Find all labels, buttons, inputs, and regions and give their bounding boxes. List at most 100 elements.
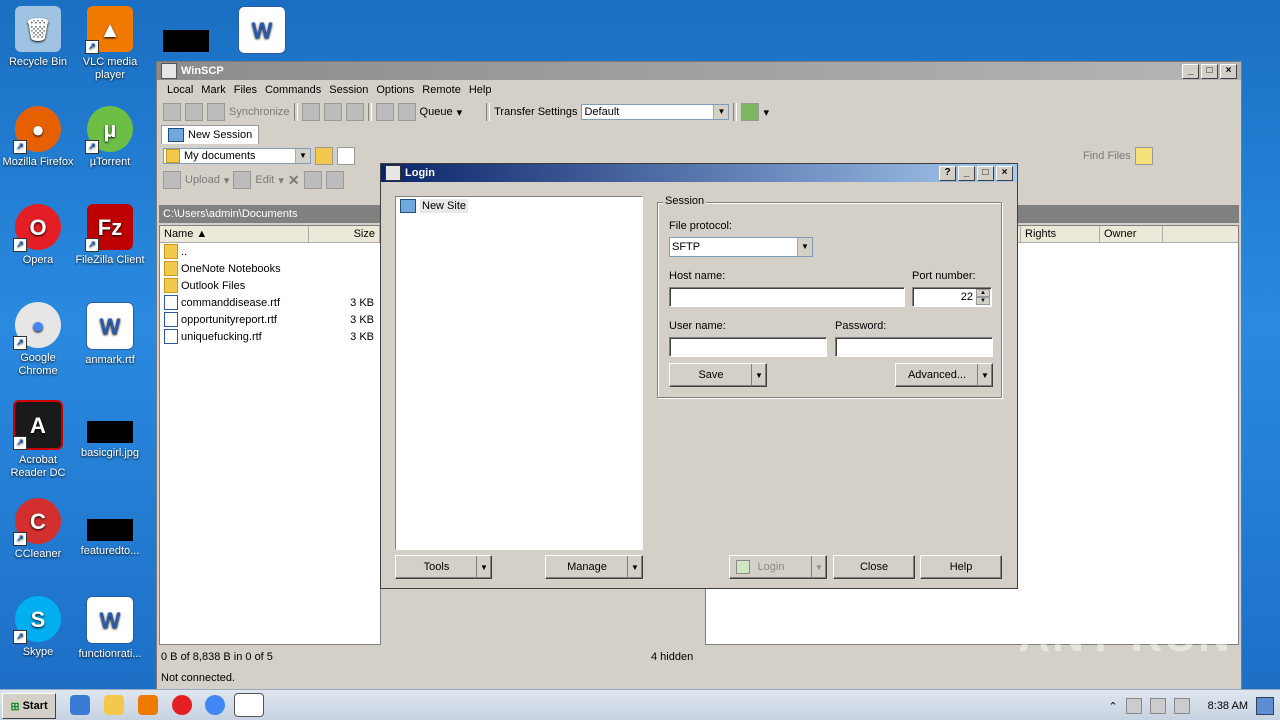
maximize-button[interactable]: □ bbox=[977, 166, 994, 181]
gear-icon[interactable] bbox=[375, 103, 394, 121]
close-button[interactable]: × bbox=[1220, 64, 1237, 79]
chevron-down-icon[interactable]: ▾ bbox=[763, 106, 769, 119]
location-select[interactable]: My documents ▼ bbox=[163, 148, 311, 164]
tree-icon[interactable] bbox=[1134, 147, 1153, 165]
flag-icon[interactable] bbox=[1125, 698, 1142, 714]
desktop-icon-recycle-bin[interactable]: 🗑 Recycle Bin bbox=[0, 6, 76, 69]
column-size[interactable]: Size bbox=[309, 226, 380, 242]
properties-icon[interactable] bbox=[325, 171, 344, 189]
chevron-down-icon[interactable]: ▼ bbox=[751, 364, 766, 386]
minimize-button[interactable]: _ bbox=[1182, 64, 1199, 79]
advanced-button[interactable]: Advanced... ▼ bbox=[895, 363, 993, 387]
upload-button[interactable]: Upload bbox=[185, 174, 220, 186]
tools-button[interactable]: Tools ▼ bbox=[395, 555, 492, 579]
login-button[interactable]: Login ▼ bbox=[729, 555, 827, 579]
transfer-settings-select[interactable]: Default ▼ bbox=[581, 104, 730, 120]
manage-button[interactable]: Manage ▼ bbox=[545, 555, 643, 579]
minimize-button[interactable]: _ bbox=[958, 166, 975, 181]
file-row[interactable]: Outlook Files bbox=[160, 277, 380, 294]
desktop-icon-word-doc[interactable]: W bbox=[224, 6, 300, 58]
menu-commands[interactable]: Commands bbox=[261, 84, 325, 96]
chevron-down-icon[interactable]: ▼ bbox=[627, 556, 642, 578]
network-icon[interactable] bbox=[1149, 698, 1166, 714]
explorer-icon[interactable] bbox=[104, 695, 124, 715]
save-button[interactable]: Save ▼ bbox=[669, 363, 767, 387]
chrome-icon[interactable] bbox=[205, 695, 225, 715]
synchronize-button[interactable]: Synchronize bbox=[229, 106, 290, 118]
desktop-icon-skype[interactable]: S ↗ Skype bbox=[0, 596, 76, 659]
user-name-input[interactable] bbox=[669, 337, 827, 357]
desktop-icon-firefox[interactable]: ● ↗ Mozilla Firefox bbox=[0, 106, 76, 169]
tray-expand-icon[interactable]: ⌃ bbox=[1108, 700, 1117, 713]
desktop-icon-anmark[interactable]: W anmark.rtf bbox=[72, 302, 148, 367]
desktop-icon-functionrati[interactable]: W functionrati... bbox=[72, 596, 148, 661]
menu-help[interactable]: Help bbox=[465, 84, 496, 96]
desktop-icon-filezilla[interactable]: Fz ↗ FileZilla Client bbox=[72, 204, 148, 267]
chevron-down-icon[interactable]: ▼ bbox=[811, 556, 826, 578]
file-row[interactable]: uniquefucking.rtf 3 KB bbox=[160, 328, 380, 345]
port-number-input[interactable]: 22 ▲ ▼ bbox=[912, 287, 992, 307]
file-row[interactable]: .. bbox=[160, 243, 380, 260]
find-files-button[interactable]: Find Files bbox=[1083, 150, 1131, 162]
menu-session[interactable]: Session bbox=[325, 84, 372, 96]
putty-icon[interactable] bbox=[323, 103, 342, 121]
maximize-button[interactable]: □ bbox=[1201, 64, 1218, 79]
chevron-down-icon[interactable]: ▼ bbox=[977, 364, 992, 386]
desktop-icon-opera[interactable]: O ↗ Opera bbox=[0, 204, 76, 267]
clock[interactable]: 8:38 AM bbox=[1208, 700, 1248, 712]
port-spinner[interactable]: ▲ ▼ bbox=[976, 289, 990, 305]
start-button[interactable]: ⊞ Start bbox=[2, 693, 56, 719]
copy-icon[interactable] bbox=[345, 103, 364, 121]
desktop-icon-vlc[interactable]: ▲ ↗ VLC media player bbox=[72, 6, 148, 82]
file-row[interactable]: commanddisease.rtf 3 KB bbox=[160, 294, 380, 311]
rename-icon[interactable] bbox=[303, 171, 322, 189]
volume-icon[interactable] bbox=[1173, 698, 1190, 714]
compare-icon[interactable] bbox=[163, 103, 181, 121]
menu-options[interactable]: Options bbox=[372, 84, 418, 96]
local-file-panel[interactable]: Name ▲ Size .. OneNote Notebooks Outlook… bbox=[159, 225, 381, 645]
column-name[interactable]: Name ▲ bbox=[160, 226, 309, 242]
menu-local[interactable]: Local bbox=[163, 84, 197, 96]
close-button[interactable]: × bbox=[996, 166, 1013, 181]
console-icon[interactable] bbox=[301, 103, 320, 121]
ie-icon[interactable] bbox=[70, 695, 90, 715]
login-titlebar[interactable]: Login ? _ □ × bbox=[381, 164, 1017, 182]
desktop-icon-featured[interactable]: featuredto... bbox=[72, 498, 148, 558]
host-name-input[interactable] bbox=[669, 287, 905, 307]
chevron-down-icon[interactable]: ▾ bbox=[224, 174, 230, 187]
show-desktop-icon[interactable] bbox=[1256, 697, 1274, 715]
menu-remote[interactable]: Remote bbox=[418, 84, 465, 96]
desktop-icon-chrome[interactable]: ● ↗ Google Chrome bbox=[0, 302, 76, 378]
chevron-down-icon[interactable]: ▾ bbox=[457, 106, 463, 119]
desktop-icon-acrobat[interactable]: A ↗ Acrobat Reader DC bbox=[0, 400, 76, 480]
file-row[interactable]: opportunityreport.rtf 3 KB bbox=[160, 311, 380, 328]
help-button[interactable]: Help bbox=[920, 555, 1002, 579]
password-input[interactable] bbox=[835, 337, 993, 357]
file-row[interactable]: OneNote Notebooks bbox=[160, 260, 380, 277]
file-protocol-select[interactable]: SFTP ▼ bbox=[669, 237, 813, 257]
globe-icon[interactable] bbox=[741, 103, 760, 121]
site-item-new-site[interactable]: New Site bbox=[400, 199, 638, 213]
desktop-icon-ccleaner[interactable]: C ↗ CCleaner bbox=[0, 498, 76, 561]
open-folder-icon[interactable] bbox=[315, 147, 333, 165]
desktop-icon-utorrent[interactable]: µ ↗ µTorrent bbox=[72, 106, 148, 169]
menu-files[interactable]: Files bbox=[230, 84, 261, 96]
delete-icon[interactable]: ✕ bbox=[288, 172, 300, 189]
column-rights[interactable]: Rights bbox=[1021, 226, 1100, 242]
queue-button[interactable]: Queue bbox=[420, 106, 453, 118]
chevron-down-icon[interactable]: ▼ bbox=[476, 556, 491, 578]
chevron-down-icon[interactable]: ▾ bbox=[278, 174, 284, 187]
media-player-icon[interactable] bbox=[138, 695, 158, 715]
tab-new-session[interactable]: New Session bbox=[161, 125, 260, 144]
menu-mark[interactable]: Mark bbox=[197, 84, 229, 96]
filter-icon[interactable] bbox=[337, 147, 355, 165]
winscp-titlebar[interactable]: WinSCP _ □ × bbox=[157, 62, 1241, 80]
desktop-icon-basicgirl[interactable]: basicgirl.jpg bbox=[72, 400, 148, 460]
edit-button[interactable]: Edit bbox=[255, 174, 274, 186]
help-title-button[interactable]: ? bbox=[939, 166, 956, 181]
opera-icon[interactable] bbox=[172, 695, 192, 715]
sync-browse-icon[interactable] bbox=[185, 103, 203, 121]
column-owner[interactable]: Owner bbox=[1100, 226, 1163, 242]
winscp-taskbar-button[interactable] bbox=[234, 693, 264, 717]
site-tree[interactable]: New Site bbox=[395, 196, 643, 550]
